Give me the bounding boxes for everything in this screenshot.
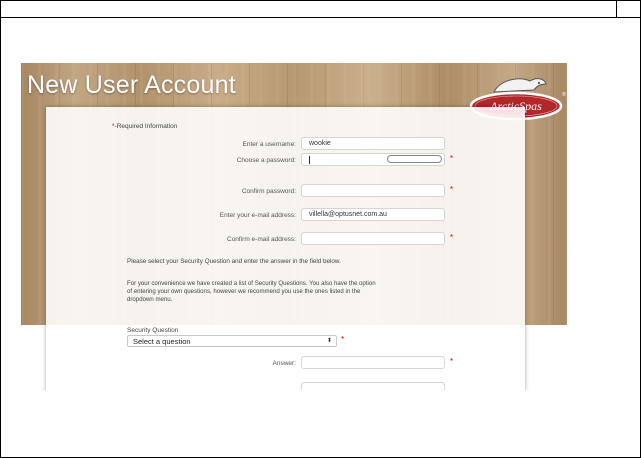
- additional-input[interactable]: [301, 382, 445, 390]
- username-input[interactable]: wookie: [301, 137, 445, 150]
- security-instruction: Please select your Security Question and…: [127, 258, 341, 265]
- required-marker: *: [450, 233, 454, 242]
- form-panel: *-Required Information Enter a username:…: [46, 107, 525, 390]
- email-label: Enter your e-mail address:: [219, 212, 296, 219]
- required-marker: *: [450, 154, 454, 163]
- text-cursor: [309, 156, 310, 164]
- required-marker: *: [450, 357, 454, 366]
- logo-trademark: ®: [562, 91, 566, 98]
- security-question-select[interactable]: Select a question ⬍: [127, 335, 337, 347]
- security-note-line-2: of entering your own questions, however …: [127, 288, 361, 295]
- page-title: New User Account: [27, 71, 236, 99]
- frame-divider: [0, 17, 641, 18]
- required-info-note: *-Required Information: [112, 123, 177, 130]
- confirm-email-label: Confirm e-mail address:: [227, 236, 296, 243]
- security-note-line-1: For your convenience we have created a l…: [127, 280, 376, 287]
- password-strength-meter: [387, 155, 442, 163]
- required-marker: *: [450, 185, 454, 194]
- security-note-line-3: dropdown menu.: [127, 296, 173, 303]
- username-label: Enter a username:: [242, 141, 296, 148]
- required-marker: *: [341, 335, 345, 344]
- password-label: Choose a password:: [236, 157, 296, 164]
- confirm-password-label: Confirm password:: [241, 188, 296, 195]
- frame-vertical-divider: [616, 0, 617, 17]
- answer-label: Answer:: [272, 360, 296, 367]
- email-input[interactable]: villella@optusnet.com.au: [301, 208, 445, 221]
- confirm-password-input[interactable]: [301, 184, 445, 197]
- security-question-selected: Select a question: [133, 337, 191, 346]
- security-question-label: Security Question: [127, 327, 179, 334]
- confirm-email-input[interactable]: [301, 232, 445, 245]
- screenshot-region: New User Account ArcticSpas ® *-Required…: [21, 63, 567, 390]
- required-note-text: -Required Information: [114, 123, 178, 130]
- select-arrows-icon: ⬍: [326, 338, 332, 344]
- answer-input[interactable]: [301, 356, 445, 369]
